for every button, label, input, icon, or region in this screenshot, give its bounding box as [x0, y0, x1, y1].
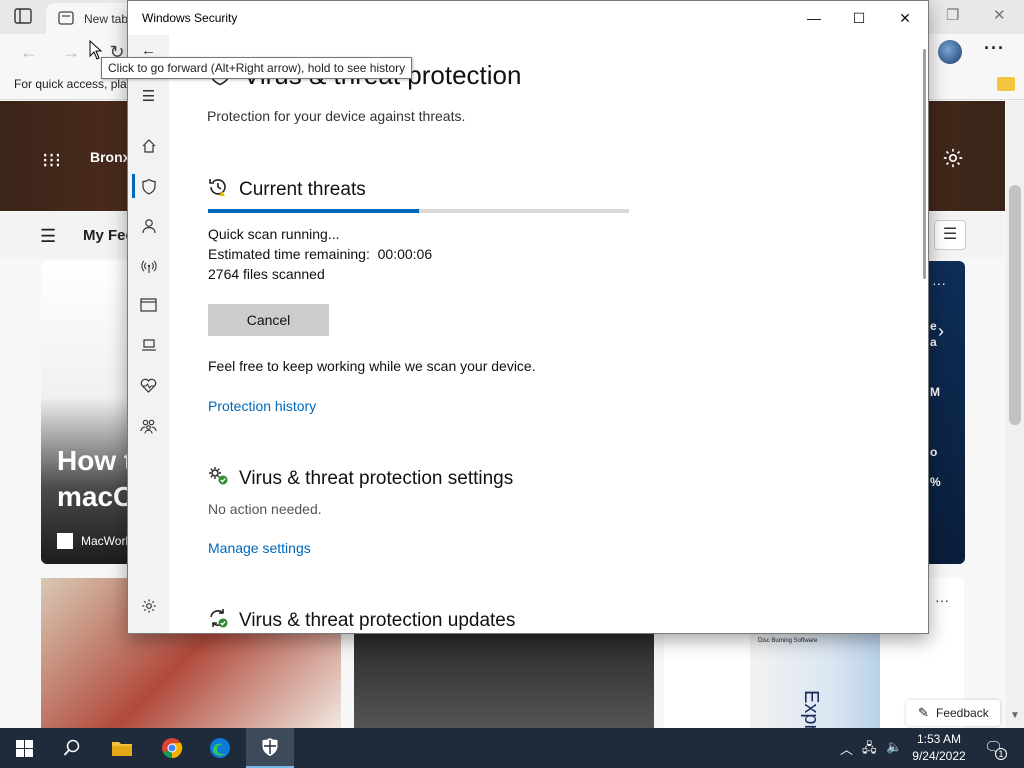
current-threats-title: Current threats [239, 179, 366, 200]
search-button[interactable] [48, 728, 96, 768]
more-options-icon[interactable]: ··· [984, 38, 1005, 59]
show-hidden-icons-chevron-icon[interactable]: ︿ [840, 739, 853, 758]
forward-arrow-icon[interactable]: → [58, 39, 84, 65]
shield-icon [262, 738, 278, 756]
scan-clock-icon [209, 179, 226, 196]
card-next-chevron-icon[interactable]: › [938, 321, 944, 342]
card-right-text-3: M [930, 385, 940, 399]
cancel-scan-button[interactable]: Cancel [208, 304, 329, 336]
tab-label: New tab [84, 12, 129, 26]
card-right-text-2: a [930, 335, 937, 349]
file-explorer-icon [112, 742, 132, 756]
feedback-icon: ✎ [918, 705, 929, 720]
page-scrollbar[interactable]: ▼ [1006, 101, 1024, 728]
minimize-icon[interactable]: — [791, 1, 837, 35]
news-card-left-source: MacWorl [81, 534, 129, 548]
other-favorites-folder-icon[interactable] [997, 77, 1015, 91]
browser-window-icon[interactable] [128, 293, 169, 317]
product-box-caption: Disc Burning Software [758, 638, 818, 644]
gear-icon[interactable] [128, 594, 169, 618]
window-titlebar[interactable]: Windows Security — ☐ ✕ [128, 1, 928, 35]
clock-date[interactable]: 9/24/2022 [904, 749, 974, 763]
card-right-text-1: e [930, 319, 937, 333]
scan-files-count: 2764 files scanned [208, 266, 325, 282]
scroll-down-arrow-icon[interactable]: ▼ [1010, 710, 1020, 721]
hamburger-icon[interactable]: ☰ [128, 85, 169, 109]
forward-button-tooltip: Click to go forward (Alt+Right arrow), h… [101, 57, 413, 79]
network-icon[interactable]: 🖧 [862, 739, 877, 761]
settings-status: No action needed. [208, 501, 322, 517]
edge-icon [210, 738, 230, 758]
notification-count-badge: 1 [995, 748, 1007, 760]
windows-security-taskbar-button[interactable] [246, 728, 294, 768]
start-button[interactable] [0, 728, 48, 768]
card-right-text-4: o [930, 445, 938, 459]
card-more-icon[interactable]: ··· [935, 592, 949, 608]
protection-settings-title: Virus & threat protection settings [239, 468, 514, 489]
mouse-cursor-icon [89, 40, 103, 60]
news-card-right[interactable]: ··· › e a M o % [928, 261, 965, 564]
windows-logo-icon [15, 739, 33, 757]
protection-history-link[interactable]: Protection history [208, 398, 316, 414]
security-scroll-thumb[interactable] [923, 49, 926, 279]
scan-progress-fill [208, 209, 419, 213]
file-explorer-button[interactable] [98, 728, 146, 768]
protection-settings-heading: Virus & threat protection settings [207, 465, 513, 490]
scan-status: Quick scan running... [208, 226, 340, 242]
family-icon[interactable] [128, 414, 169, 438]
chrome-button[interactable] [148, 728, 196, 768]
feedback-button[interactable]: ✎ Feedback [906, 700, 1000, 726]
favorites-bar-hint: For quick access, pla [14, 77, 127, 91]
settings-check-icon [209, 467, 228, 485]
laptop-icon[interactable] [128, 333, 169, 357]
page-scroll-thumb[interactable] [1009, 185, 1021, 425]
security-sidebar: ← ☰ [128, 35, 169, 633]
scan-progress-bar [208, 209, 629, 213]
windows-security-window: Windows Security — ☐ ✕ ← ☰ protection Pr… [127, 0, 929, 634]
close-icon[interactable]: ✕ [882, 1, 928, 35]
card-more-icon[interactable]: ··· [932, 275, 946, 291]
protection-updates-title: Virus & threat protection updates [239, 610, 516, 631]
manage-settings-link[interactable]: Manage settings [208, 540, 311, 556]
feed-layout-icon[interactable]: ☰ [934, 220, 966, 250]
home-icon[interactable] [128, 134, 169, 158]
scan-time-remaining: Estimated time remaining: 00:00:06 [208, 246, 433, 262]
window-title: Windows Security [142, 11, 238, 25]
update-sync-icon [210, 609, 228, 628]
news-card-left[interactable] [41, 261, 131, 564]
new-tab-favicon-icon [58, 11, 74, 25]
current-threats-heading: Current threats [207, 176, 366, 201]
shield-icon[interactable] [128, 174, 169, 198]
page-settings-gear-icon[interactable] [942, 147, 964, 169]
chrome-icon [162, 738, 183, 759]
heart-pulse-icon[interactable] [128, 373, 169, 397]
windows-taskbar: ︿ 🖧 🔈 1:53 AM 9/24/2022 🗨 1 [0, 728, 1024, 768]
back-arrow-icon[interactable]: ← [16, 39, 42, 65]
news-source-logo [57, 533, 73, 549]
protection-updates-heading: Virus & threat protection updates [207, 607, 515, 632]
card-right-text-5: % [930, 475, 941, 489]
app-launcher-icon[interactable]: ⁝⁝⁝ [42, 148, 61, 173]
browser-restore-icon[interactable]: ❐ [946, 6, 959, 24]
antenna-icon[interactable] [128, 254, 169, 278]
profile-avatar[interactable] [938, 40, 962, 64]
feed-menu-icon[interactable]: ☰ [40, 226, 56, 247]
volume-icon[interactable]: 🔈 [886, 739, 902, 755]
page-subtitle: Protection for your device against threa… [207, 108, 466, 124]
person-icon[interactable] [128, 214, 169, 238]
browser-close-icon[interactable]: ✕ [993, 6, 1006, 24]
tab-actions-icon[interactable] [14, 8, 32, 24]
news-card-dark-image[interactable] [354, 634, 654, 728]
edge-button[interactable] [196, 728, 244, 768]
security-scrollbar[interactable] [921, 35, 928, 633]
clock-time[interactable]: 1:53 AM [904, 732, 974, 746]
search-icon [63, 739, 80, 756]
news-card-left-title[interactable]: How t macO [57, 443, 129, 515]
scan-note: Feel free to keep working while we scan … [208, 358, 536, 374]
security-content: Virus & threat protection Protection for… [169, 35, 921, 633]
weather-location[interactable]: Bronx [90, 149, 130, 165]
feedback-label: Feedback [936, 706, 989, 720]
tab-new-tab[interactable]: New tab [46, 3, 136, 34]
maximize-icon[interactable]: ☐ [836, 1, 882, 35]
